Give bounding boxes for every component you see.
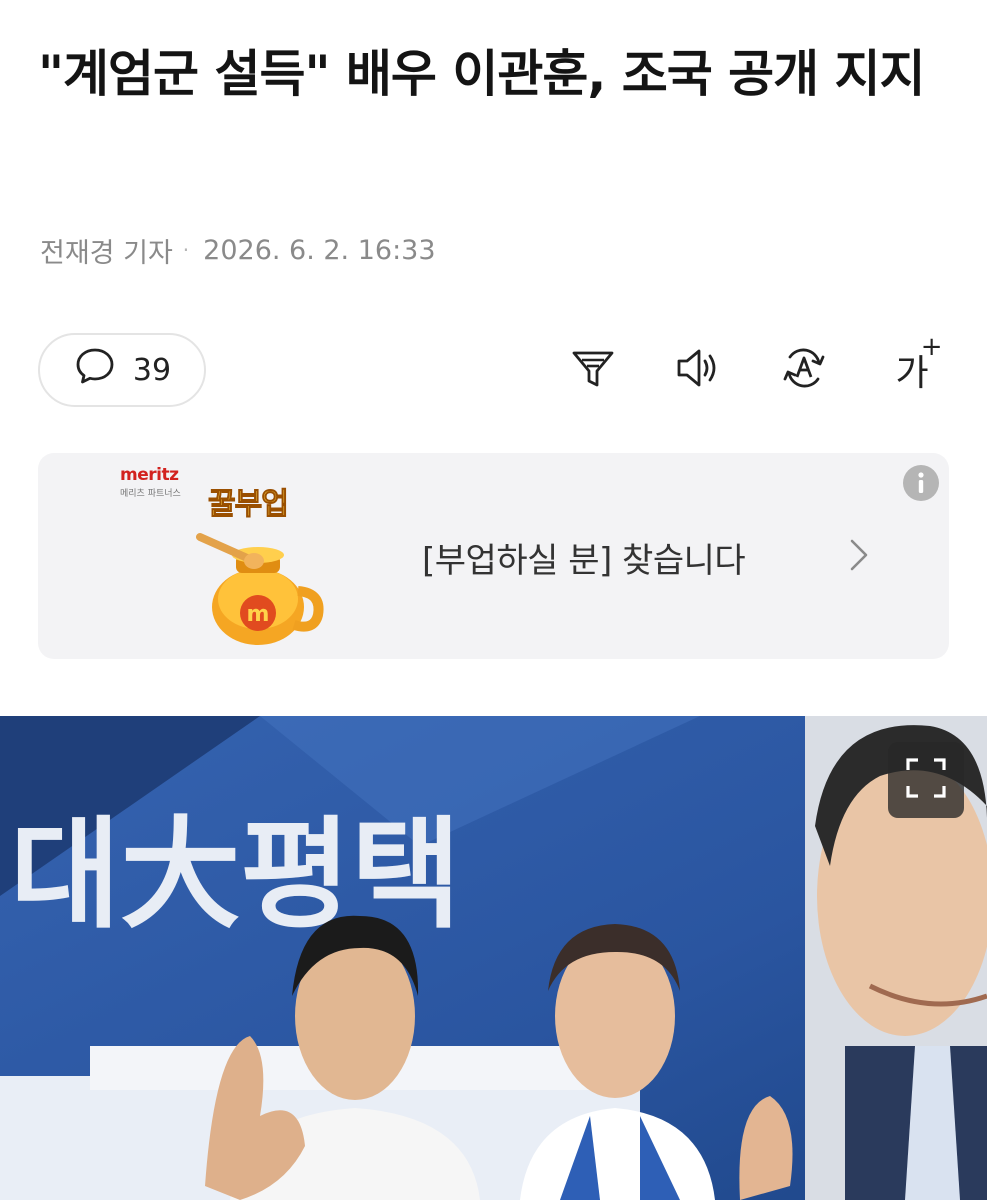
comment-count: 39 xyxy=(132,352,172,388)
ad-message[interactable]: [부업하실 분] 찾습니다 xyxy=(422,533,746,582)
translate-icon xyxy=(779,343,829,397)
banner-text: 대大평택 xyxy=(10,806,461,945)
ad-badge: 꿀부업 xyxy=(208,487,290,523)
reporter-name: 전재경 기자 xyxy=(40,237,173,269)
summary-filter-icon xyxy=(568,343,618,397)
expand-icon xyxy=(904,756,948,804)
listen-button[interactable] xyxy=(671,343,725,397)
svg-text:m: m xyxy=(247,602,270,627)
expand-image-button[interactable] xyxy=(888,742,964,818)
byline: 전재경 기자 · 2026. 6. 2. 16:33 xyxy=(40,230,436,270)
speaker-icon xyxy=(673,343,723,397)
article-photo[interactable]: 대大평택 xyxy=(0,716,987,1200)
font-size-plus: + xyxy=(920,332,943,362)
publish-timestamp: 2026. 6. 2. 16:33 xyxy=(203,234,436,266)
comment-button[interactable]: 39 xyxy=(38,333,206,407)
font-size-button[interactable]: 가 + xyxy=(880,332,944,397)
byline-separator: · xyxy=(182,238,190,262)
ad-brand-logo: meritz xyxy=(120,465,179,485)
font-size-icon: 가 + xyxy=(895,332,942,396)
ad-banner[interactable]: meritz 메리츠 파트너스 m 꿀부업 [부업하실 분] 찾습니다 xyxy=(38,453,949,659)
honey-pot-icon: m xyxy=(196,533,324,645)
comment-icon xyxy=(73,344,117,396)
ad-brand-subtitle: 메리츠 파트너스 xyxy=(120,489,181,499)
article-headline: "계엄군 설득" 배우 이관훈, 조국 공개 지지 xyxy=(38,45,926,103)
summary-button[interactable] xyxy=(566,343,620,397)
translate-button[interactable] xyxy=(777,343,831,397)
